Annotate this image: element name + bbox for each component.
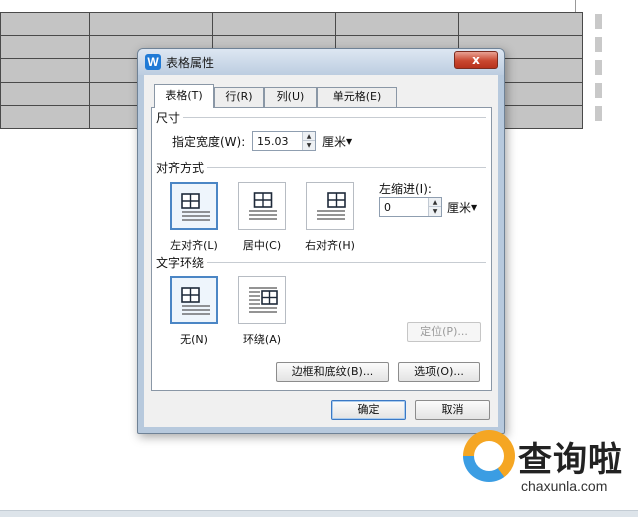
position-button[interactable]: 定位(P)... [407,322,481,342]
alignment-heading: 对齐方式 [156,159,208,176]
width-label: 指定宽度(W): [172,135,246,149]
spin-down-icon[interactable]: ▼ [429,207,441,216]
spin-down-icon[interactable]: ▼ [303,141,315,150]
tab-table[interactable]: 表格(T) [154,84,214,108]
dialog-body: 表格(T) 行(R) 列(U) 单元格(E) 尺寸 指定宽度(W): ▲ ▼ 厘… [144,75,498,427]
wrap-none-label: 无(N) [180,333,208,346]
wrapping-heading: 文字环绕 [156,254,208,271]
align-left-button[interactable] [170,182,218,230]
close-button[interactable]: x [454,51,498,69]
row-end-mark [595,37,602,52]
align-right-label: 右对齐(H) [305,239,355,252]
margin-guide [575,0,576,12]
watermark-logo-icon [463,430,515,482]
indent-spinner[interactable]: ▲ ▼ [379,197,442,217]
width-unit-dropdown[interactable]: 厘米▼ [322,133,352,150]
dialog-titlebar[interactable]: W 表格属性 x [138,49,504,75]
indent-spin-arrows[interactable]: ▲ ▼ [428,198,441,216]
row-end-mark [595,83,602,98]
table-tab-panel: 尺寸 指定宽度(W): ▲ ▼ 厘米▼ 对齐方式 [151,107,492,391]
row-end-mark [595,14,602,29]
ok-button[interactable]: 确定 [331,400,406,420]
align-right-icon [317,192,346,220]
row-end-mark [595,106,602,121]
size-heading: 尺寸 [156,109,184,126]
watermark-url: chaxunla.com [521,478,608,494]
spin-up-icon[interactable]: ▲ [429,198,441,207]
dialog-title: 表格属性 [166,56,215,70]
indent-input[interactable] [380,198,429,216]
indent-unit-dropdown[interactable]: 厘米▼ [447,199,477,216]
borders-shading-button[interactable]: 边框和底纹(B)... [276,362,389,382]
tab-column[interactable]: 列(U) [264,87,317,107]
tab-row[interactable]: 行(R) [214,87,264,107]
align-center-label: 居中(C) [242,239,282,252]
status-bar [0,510,638,517]
section-divider [158,117,486,118]
options-button[interactable]: 选项(O)... [398,362,480,382]
wrap-none-icon [181,287,210,315]
wrap-around-label: 环绕(A) [242,333,282,346]
section-divider [158,167,486,168]
width-input[interactable] [253,132,303,150]
tab-cell[interactable]: 单元格(E) [317,87,397,107]
width-spin-arrows[interactable]: ▲ ▼ [302,132,315,150]
wrap-none-button[interactable] [170,276,218,324]
wrap-around-icon [249,287,278,313]
spin-up-icon[interactable]: ▲ [303,132,315,141]
wrap-around-button[interactable] [238,276,286,324]
indent-label: 左缩进(I): [379,182,432,196]
width-spinner[interactable]: ▲ ▼ [252,131,316,151]
cancel-button[interactable]: 取消 [415,400,490,420]
indent-unit-label: 厘米 [447,201,472,215]
chevron-down-icon: ▼ [471,203,478,212]
watermark-text: 查询啦 [518,440,623,480]
chevron-down-icon: ▼ [346,137,353,146]
table-properties-dialog: W 表格属性 x 表格(T) 行(R) 列(U) 单元格(E) 尺寸 指定宽度(… [137,48,505,434]
align-center-icon [249,192,277,220]
wps-app-icon: W [145,54,161,70]
section-divider [158,262,486,263]
width-unit-label: 厘米 [322,135,347,149]
align-center-button[interactable] [238,182,286,230]
align-left-icon [181,193,210,221]
align-left-label: 左对齐(L) [170,239,218,252]
align-right-button[interactable] [306,182,354,230]
row-end-mark [595,60,602,75]
